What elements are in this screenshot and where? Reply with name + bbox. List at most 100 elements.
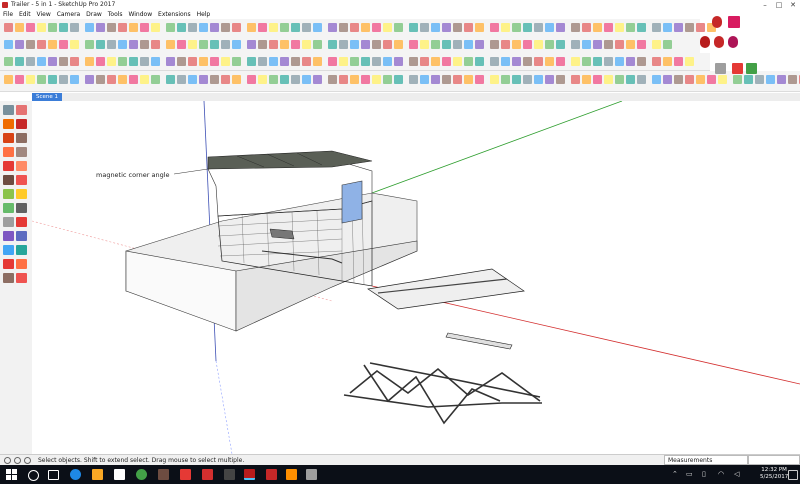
- toolbar-button-icon[interactable]: [118, 23, 127, 32]
- toolbar-button-icon[interactable]: [409, 57, 418, 66]
- walk-icon[interactable]: [3, 259, 14, 269]
- menu-help[interactable]: Help: [197, 11, 211, 18]
- toolbar-button-icon[interactable]: [431, 75, 440, 84]
- toolbar-button-icon[interactable]: [409, 23, 418, 32]
- toolbar-button-icon[interactable]: [464, 75, 473, 84]
- toolbar-button-icon[interactable]: [372, 57, 381, 66]
- toolbar-button-icon[interactable]: [151, 23, 160, 32]
- search-icon[interactable]: [28, 470, 39, 481]
- toolbar-button-icon[interactable]: [442, 75, 451, 84]
- toolbar-button-icon[interactable]: [177, 23, 186, 32]
- toolbar-button-icon[interactable]: [696, 75, 705, 84]
- toolbar-button-icon[interactable]: [210, 40, 219, 49]
- toolbar-button-icon[interactable]: [85, 40, 94, 49]
- position-camera-icon[interactable]: [3, 273, 14, 283]
- toolbar-button-icon[interactable]: [733, 75, 742, 84]
- toolbar-button-icon[interactable]: [431, 23, 440, 32]
- toolbar-button-icon[interactable]: [523, 23, 532, 32]
- toolbar-button-icon[interactable]: [328, 23, 337, 32]
- toolbar-button-icon[interactable]: [420, 57, 429, 66]
- toolbar-button-icon[interactable]: [637, 57, 646, 66]
- annotation-label[interactable]: magnetic corner angle: [96, 171, 170, 179]
- menu-window[interactable]: Window: [128, 11, 152, 18]
- toolbar-button-icon[interactable]: [523, 57, 532, 66]
- toolbar-button-icon[interactable]: [280, 40, 289, 49]
- toolbar-button-icon[interactable]: [453, 57, 462, 66]
- toolbar-button-icon[interactable]: [582, 75, 591, 84]
- toolbar-button-icon[interactable]: [652, 57, 661, 66]
- toolbar-button-icon[interactable]: [350, 57, 359, 66]
- toolbar-button-icon[interactable]: [420, 23, 429, 32]
- paint-bucket-icon[interactable]: [3, 119, 14, 129]
- toolbar-button-icon[interactable]: [188, 40, 197, 49]
- toolbar-button-icon[interactable]: [232, 57, 241, 66]
- toolbar-button-icon[interactable]: [431, 40, 440, 49]
- toolbar-button-icon[interactable]: [512, 75, 521, 84]
- menu-extensions[interactable]: Extensions: [158, 11, 191, 18]
- toolbar-button-icon[interactable]: [118, 40, 127, 49]
- toolbar-button-icon[interactable]: [501, 23, 510, 32]
- toolbar-button-icon[interactable]: [361, 75, 370, 84]
- toolbar-button-icon[interactable]: [280, 57, 289, 66]
- menu-view[interactable]: View: [37, 11, 51, 18]
- toolbar-button-icon[interactable]: [350, 40, 359, 49]
- toolbar-button-icon[interactable]: [151, 40, 160, 49]
- arc-icon[interactable]: [3, 133, 14, 143]
- toolbar-button-icon[interactable]: [453, 75, 462, 84]
- store-icon[interactable]: [114, 469, 125, 480]
- task-view-icon[interactable]: [48, 470, 59, 480]
- toolbar-button-icon[interactable]: [350, 23, 359, 32]
- toolbar-button-icon[interactable]: [232, 23, 241, 32]
- toolbar-button-icon[interactable]: [490, 23, 499, 32]
- geo-location-icon[interactable]: [4, 457, 11, 464]
- toolbar-button-icon[interactable]: [107, 57, 116, 66]
- toolbar-button-icon[interactable]: [339, 75, 348, 84]
- toolbar-button-icon[interactable]: [766, 75, 775, 84]
- toolbar-button-icon[interactable]: [85, 57, 94, 66]
- section-plane-icon[interactable]: [16, 273, 27, 283]
- toolbar-button-icon[interactable]: [4, 23, 13, 32]
- toolbar-button-icon[interactable]: [48, 40, 57, 49]
- chrome-icon[interactable]: [136, 469, 147, 480]
- toolbar-button-icon[interactable]: [652, 75, 661, 84]
- toolbar-button-icon[interactable]: [545, 23, 554, 32]
- toolbar-button-icon[interactable]: [4, 75, 13, 84]
- toolbar-button-icon[interactable]: [26, 57, 35, 66]
- toolbar-button-icon[interactable]: [48, 57, 57, 66]
- menu-file[interactable]: File: [3, 11, 13, 18]
- toolbar-button-icon[interactable]: [129, 57, 138, 66]
- layout-icon[interactable]: [266, 469, 277, 480]
- toolbar-button-icon[interactable]: [615, 40, 624, 49]
- extension-ruby-2-icon[interactable]: [714, 36, 724, 48]
- toolbar-button-icon[interactable]: [269, 40, 278, 49]
- toolbar-button-icon[interactable]: [269, 23, 278, 32]
- toolbar-button-icon[interactable]: [140, 75, 149, 84]
- extension-tool-3-icon[interactable]: [746, 63, 757, 74]
- toolbar-button-icon[interactable]: [302, 75, 311, 84]
- toolbar-button-icon[interactable]: [166, 57, 175, 66]
- orbit-icon[interactable]: [3, 231, 14, 241]
- toolbar-button-icon[interactable]: [475, 57, 484, 66]
- toolbar-button-icon[interactable]: [626, 40, 635, 49]
- toolbar-button-icon[interactable]: [232, 75, 241, 84]
- toolbar-button-icon[interactable]: [302, 57, 311, 66]
- toolbar-button-icon[interactable]: [313, 57, 322, 66]
- modeling-viewport[interactable]: magnetic corner angle: [32, 101, 800, 454]
- mail-icon[interactable]: [180, 469, 191, 480]
- toolbar-button-icon[interactable]: [96, 57, 105, 66]
- polygon-icon[interactable]: [16, 147, 27, 157]
- toolbar-button-icon[interactable]: [247, 75, 256, 84]
- toolbar-button-icon[interactable]: [674, 57, 683, 66]
- toolbar-button-icon[interactable]: [394, 57, 403, 66]
- toolbar-button-icon[interactable]: [582, 23, 591, 32]
- file-explorer-icon[interactable]: [92, 469, 103, 480]
- toolbar-button-icon[interactable]: [545, 40, 554, 49]
- toolbar-button-icon[interactable]: [59, 57, 68, 66]
- toolbar-button-icon[interactable]: [15, 40, 24, 49]
- toolbar-button-icon[interactable]: [291, 75, 300, 84]
- start-icon[interactable]: [6, 469, 17, 480]
- pan-icon[interactable]: [16, 231, 27, 241]
- user-icon[interactable]: [24, 457, 31, 464]
- toolbar-button-icon[interactable]: [70, 40, 79, 49]
- toolbar-button-icon[interactable]: [280, 75, 289, 84]
